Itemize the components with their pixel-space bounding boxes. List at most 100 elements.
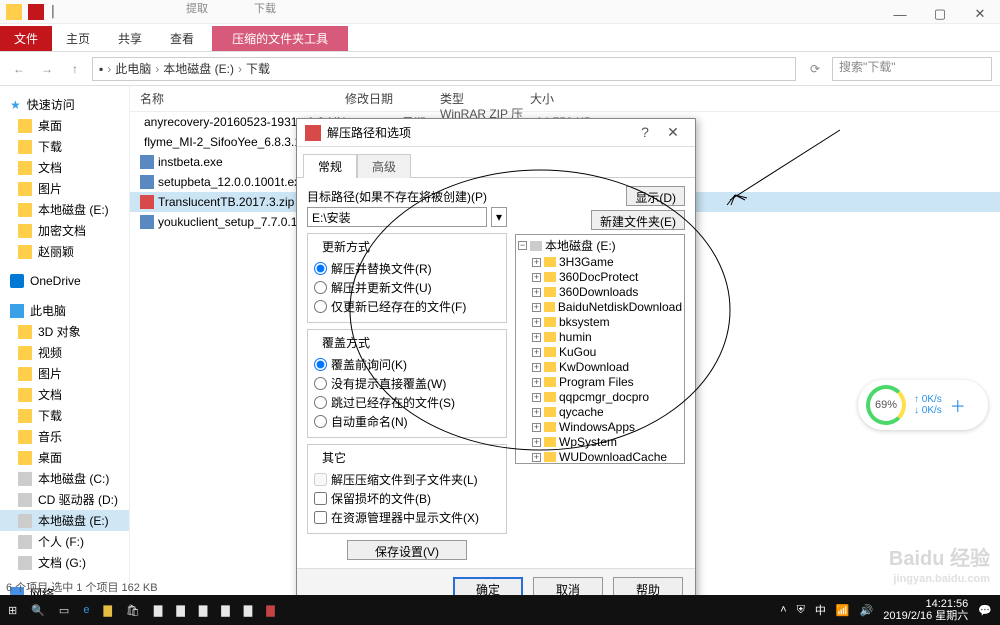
sidebar-item[interactable]: 文档	[0, 384, 129, 405]
crumb-pc[interactable]: 此电脑	[115, 60, 151, 77]
crumb-folder[interactable]: 下载	[246, 60, 270, 77]
dialog-close-button[interactable]: ✕	[659, 124, 687, 141]
tree-node[interactable]: +WUDownloadCache	[532, 450, 682, 464]
ribbon-share[interactable]: 共享	[104, 26, 156, 51]
taskview-icon[interactable]: ▭	[59, 604, 69, 617]
clock[interactable]: 14:21:562019/2/16 星期六	[883, 598, 968, 622]
edge-icon[interactable]: e	[83, 604, 89, 616]
option[interactable]: 解压并替换文件(R)	[314, 259, 500, 278]
back-button[interactable]: ←	[8, 58, 30, 80]
tab-general[interactable]: 常规	[303, 154, 357, 178]
tree-node[interactable]: +KwDownload	[532, 360, 682, 375]
dialog-title: 解压路径和选项	[327, 124, 631, 141]
option[interactable]: 没有提示直接覆盖(W)	[314, 374, 500, 393]
tree-node[interactable]: +bksystem	[532, 315, 682, 330]
tree-node[interactable]: +360Downloads	[532, 285, 682, 300]
up-button[interactable]: ↑	[64, 58, 86, 80]
context-label: 提取	[178, 0, 216, 16]
tree-node[interactable]: +BaiduNetdiskDownload	[532, 300, 682, 315]
app-icon[interactable]: ▇	[154, 604, 162, 617]
sidebar-item[interactable]: 视频	[0, 342, 129, 363]
close-button[interactable]: ✕	[960, 6, 1000, 22]
dest-dropdown[interactable]: ▾	[491, 207, 507, 227]
winrar-task-icon[interactable]: ▇	[266, 604, 274, 617]
sidebar-item[interactable]: 本地磁盘 (E:)	[0, 199, 129, 220]
perf-widget[interactable]: 69% ↑ 0K/s ↓ 0K/s ＋	[858, 380, 988, 430]
search-input[interactable]: 搜索"下载"	[832, 57, 992, 81]
ribbon-context-tab[interactable]: 压缩的文件夹工具	[212, 26, 348, 51]
app-icon[interactable]: ▇	[176, 604, 184, 617]
tree-node[interactable]: +qqpcmgr_docpro	[532, 390, 682, 405]
tree-node[interactable]: +humin	[532, 330, 682, 345]
column-headers[interactable]: 名称修改日期类型大小	[130, 86, 1000, 112]
ribbon-home[interactable]: 主页	[52, 26, 104, 51]
refresh-button[interactable]: ⟳	[804, 58, 826, 80]
option[interactable]: 跳过已经存在的文件(S)	[314, 393, 500, 412]
tree-node[interactable]: +360DocProtect	[532, 270, 682, 285]
sidebar-item[interactable]: 下载	[0, 405, 129, 426]
folder-tree[interactable]: −本地磁盘 (E:) +3H3Game+360DocProtect+360Dow…	[515, 234, 685, 464]
sidebar-item[interactable]: CD 驱动器 (D:)	[0, 489, 129, 510]
ribbon-view[interactable]: 查看	[156, 26, 208, 51]
sidebar-item[interactable]: 桌面	[0, 115, 129, 136]
start-button[interactable]: ⊞	[8, 604, 17, 617]
option[interactable]: 解压并更新文件(U)	[314, 278, 500, 297]
tree-node[interactable]: +WpSystem	[532, 435, 682, 450]
explorer-icon[interactable]: ▇	[103, 604, 111, 617]
breadcrumb[interactable]: ▪› 此电脑› 本地磁盘 (E:)› 下载	[92, 57, 796, 81]
save-settings-button[interactable]: 保存设置(V)	[347, 540, 467, 560]
tree-node[interactable]: +3H3Game	[532, 255, 682, 270]
app-icon[interactable]: ▇	[221, 604, 229, 617]
sidebar-item[interactable]: 3D 对象	[0, 321, 129, 342]
file-icon	[140, 175, 154, 189]
sidebar-item[interactable]: 加密文档	[0, 220, 129, 241]
tree-node[interactable]: +KuGou	[532, 345, 682, 360]
crumb-drive[interactable]: 本地磁盘 (E:)	[163, 60, 234, 77]
sidebar-item[interactable]: 赵丽颖	[0, 241, 129, 262]
forward-button[interactable]: →	[36, 58, 58, 80]
sidebar-pc[interactable]: 此电脑	[0, 298, 129, 321]
new-folder-button[interactable]: 新建文件夹(E)	[591, 210, 685, 230]
sidebar-item[interactable]: 文档	[0, 157, 129, 178]
maximize-button[interactable]: ▢	[920, 6, 960, 22]
option[interactable]: 仅更新已经存在的文件(F)	[314, 297, 500, 316]
minimize-button[interactable]: —	[880, 7, 920, 22]
sidebar-onedrive[interactable]: OneDrive	[0, 270, 129, 290]
taskbar[interactable]: ⊞ 🔍 ▭ e ▇ 🛍 ▇ ▇ ▇ ▇ ▇ ▇ ˄ ⛨ 中 📶 🔊 14:21:…	[0, 595, 1000, 625]
sidebar-item[interactable]: 音乐	[0, 426, 129, 447]
tree-node[interactable]: +qycache	[532, 405, 682, 420]
network-icon[interactable]: 📶	[836, 604, 850, 617]
tray-icon[interactable]: ⛨	[797, 604, 805, 617]
option[interactable]: 在资源管理器中显示文件(X)	[314, 508, 500, 527]
ime-indicator[interactable]: 中	[815, 602, 826, 618]
sidebar-item[interactable]: 图片	[0, 363, 129, 384]
address-bar: ← → ↑ ▪› 此电脑› 本地磁盘 (E:)› 下载 ⟳ 搜索"下载"	[0, 52, 1000, 86]
tab-advanced[interactable]: 高级	[357, 154, 411, 178]
tree-node[interactable]: +WindowsApps	[532, 420, 682, 435]
search-icon[interactable]: 🔍	[31, 604, 45, 617]
sidebar-item[interactable]: 下载	[0, 136, 129, 157]
dialog-help-button[interactable]: ?	[631, 124, 659, 140]
app-icon[interactable]: ▇	[199, 604, 207, 617]
option[interactable]: 自动重命名(N)	[314, 412, 500, 431]
tree-node[interactable]: +Program Files	[532, 375, 682, 390]
sidebar-quick[interactable]: ★快速访问	[0, 92, 129, 115]
perf-plus-icon[interactable]: ＋	[950, 393, 966, 417]
ribbon-file[interactable]: 文件	[0, 26, 52, 51]
sidebar-item[interactable]: 本地磁盘 (E:)	[0, 510, 129, 531]
option[interactable]: 保留损坏的文件(B)	[314, 489, 500, 508]
show-button[interactable]: 显示(D)	[626, 186, 685, 206]
option[interactable]: 解压压缩文件到子文件夹(L)	[314, 470, 500, 489]
sidebar-item[interactable]: 文档 (G:)	[0, 552, 129, 573]
volume-icon[interactable]: 🔊	[860, 604, 874, 617]
notifications-icon[interactable]: 💬	[978, 604, 992, 617]
dest-path-input[interactable]	[307, 207, 487, 227]
sidebar-item[interactable]: 本地磁盘 (C:)	[0, 468, 129, 489]
option[interactable]: 覆盖前询问(K)	[314, 355, 500, 374]
tray-chevron[interactable]: ˄	[780, 604, 786, 616]
store-icon[interactable]: 🛍	[126, 604, 140, 617]
sidebar-item[interactable]: 个人 (F:)	[0, 531, 129, 552]
sidebar-item[interactable]: 桌面	[0, 447, 129, 468]
sidebar-item[interactable]: 图片	[0, 178, 129, 199]
app-icon[interactable]: ▇	[244, 604, 252, 617]
